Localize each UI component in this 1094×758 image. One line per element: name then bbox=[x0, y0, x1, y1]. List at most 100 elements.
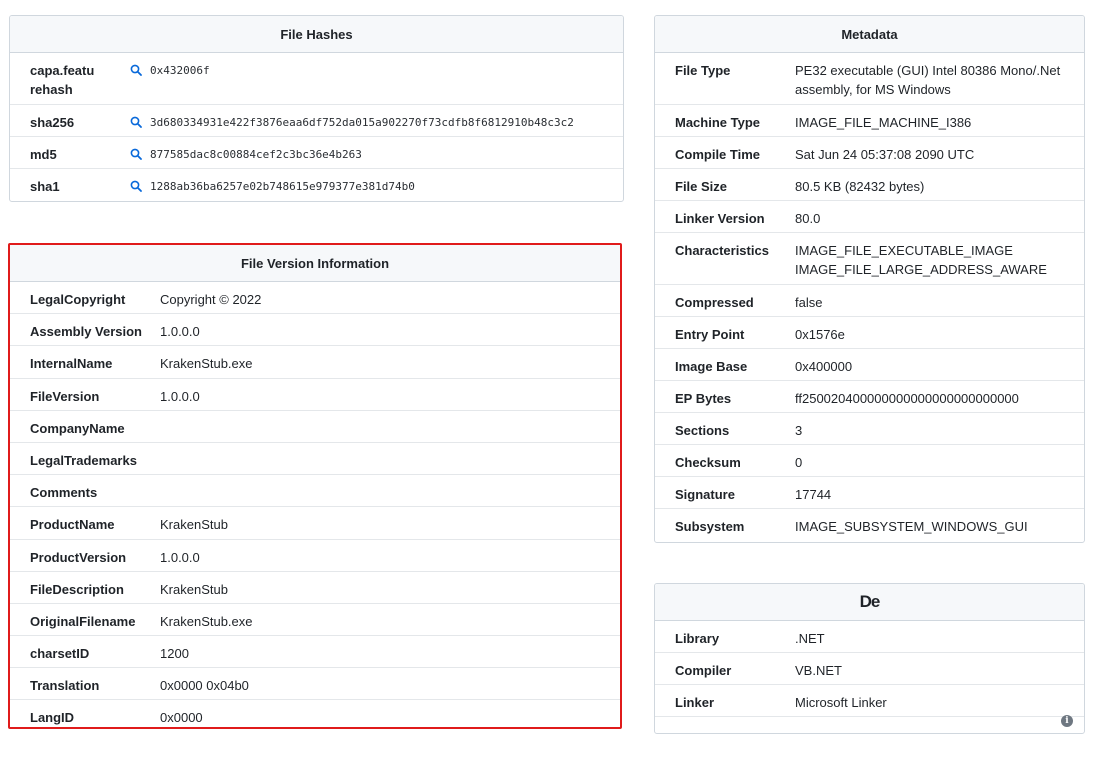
metadata-key: Compressed bbox=[675, 295, 754, 310]
metadata-value: 0x400000 bbox=[795, 359, 853, 374]
hash-row: sha256 3d680334931e422f3876eaa6df752da01… bbox=[10, 105, 623, 137]
hash-key: md5 bbox=[30, 147, 57, 162]
metadata-key: Linker Version bbox=[675, 211, 765, 226]
version-row: charsetID 1200 bbox=[10, 636, 620, 669]
metadata-row: Entry Point 0x1576e bbox=[655, 317, 1084, 349]
version-key: Translation bbox=[30, 678, 100, 694]
version-key: charsetID bbox=[30, 646, 90, 662]
version-row: Assembly Version 1.0.0.0 bbox=[10, 314, 620, 347]
search-icon[interactable] bbox=[130, 180, 142, 192]
metadata-row: File Size 80.5 KB (82432 bytes) bbox=[655, 169, 1084, 201]
metadata-key: EP Bytes bbox=[675, 391, 732, 406]
metadata-value: 0x1576e bbox=[795, 327, 845, 342]
metadata-row: Signature 17744 bbox=[655, 477, 1084, 509]
die-value: Microsoft Linker bbox=[795, 695, 887, 710]
metadata-row: Compile Time Sat Jun 24 05:37:08 2090 UTC bbox=[655, 137, 1084, 169]
version-row: LegalTrademarks bbox=[10, 443, 620, 476]
version-row: OriginalFilename KrakenStub.exe bbox=[10, 604, 620, 637]
die-header: De bbox=[655, 584, 1084, 621]
version-value: 1.0.0.0 bbox=[160, 324, 200, 340]
die-logo-icon: De bbox=[859, 592, 881, 611]
metadata-title: Metadata bbox=[655, 16, 1084, 53]
hash-row: md5 877585dac8c00884cef2c3bc36e4b263 bbox=[10, 137, 623, 169]
version-row: LegalCopyright Copyright © 2022 bbox=[10, 282, 620, 315]
metadata-row: File Type PE32 executable (GUI) Intel 803… bbox=[655, 53, 1084, 105]
metadata-value: 0 bbox=[795, 455, 803, 470]
die-key: Compiler bbox=[675, 663, 732, 678]
metadata-key: Compile Time bbox=[675, 147, 761, 162]
hash-row: capa.featu rehash 0x432006f bbox=[10, 53, 623, 105]
metadata-key: Subsystem bbox=[675, 519, 745, 534]
metadata-key: Checksum bbox=[675, 455, 741, 470]
hash-key: capa.featu rehash bbox=[30, 63, 95, 97]
version-value: 1200 bbox=[160, 646, 189, 662]
die-value: VB.NET bbox=[795, 663, 842, 678]
metadata-value: ff250020400000000000000000000000 bbox=[795, 391, 1019, 406]
version-row: Translation 0x0000 0x04b0 bbox=[10, 668, 620, 701]
version-key: FileDescription bbox=[30, 581, 124, 597]
metadata-value: 3 bbox=[795, 423, 803, 438]
metadata-row: Machine Type IMAGE_FILE_MACHINE_I386 bbox=[655, 105, 1084, 137]
metadata-row: Compressed false bbox=[655, 285, 1084, 317]
search-icon[interactable] bbox=[130, 148, 142, 160]
metadata-key: Entry Point bbox=[675, 327, 745, 342]
version-value: 0x0000 bbox=[160, 710, 203, 726]
metadata-value: 80.0 bbox=[795, 211, 821, 226]
hash-key: sha256 bbox=[30, 115, 75, 130]
version-value: KrakenStub bbox=[160, 581, 228, 597]
metadata-value: IMAGE_FILE_EXECUTABLE_IMAGE IMAGE_FILE_L… bbox=[795, 243, 1047, 277]
version-value: KrakenStub.exe bbox=[160, 613, 253, 629]
metadata-row: Linker Version 80.0 bbox=[655, 201, 1084, 233]
die-row: Linker Microsoft Linker bbox=[655, 685, 1084, 717]
metadata-value: IMAGE_SUBSYSTEM_WINDOWS_GUI bbox=[795, 519, 1028, 534]
metadata-panel: Metadata File Type PE32 executable (GUI) … bbox=[654, 15, 1085, 543]
info-icon[interactable]: i bbox=[1061, 715, 1073, 727]
metadata-row: Image Base 0x400000 bbox=[655, 349, 1084, 381]
search-icon[interactable] bbox=[130, 116, 142, 128]
version-row: ProductName KrakenStub bbox=[10, 507, 620, 540]
metadata-key: Sections bbox=[675, 423, 730, 438]
metadata-value: false bbox=[795, 295, 823, 310]
version-row: FileDescription KrakenStub bbox=[10, 572, 620, 604]
version-key: LegalTrademarks bbox=[30, 452, 137, 468]
metadata-key: File Size bbox=[675, 179, 728, 194]
detect-it-easy-panel: De Library .NET Compiler VB.NET Linker Micr… bbox=[654, 583, 1085, 734]
hash-value[interactable]: 1288ab36ba6257e02b748615e979377e381d74b0 bbox=[150, 177, 415, 196]
file-hashes-title: File Hashes bbox=[10, 16, 623, 53]
version-value: 1.0.0.0 bbox=[160, 549, 200, 565]
search-icon[interactable] bbox=[130, 64, 142, 76]
version-row: InternalName KrakenStub.exe bbox=[10, 346, 620, 379]
metadata-key: Image Base bbox=[675, 359, 748, 374]
version-value: KrakenStub.exe bbox=[160, 356, 253, 372]
version-key: CompanyName bbox=[30, 420, 125, 436]
version-row: LangID 0x0000 bbox=[10, 700, 620, 727]
version-value: Copyright © 2022 bbox=[160, 292, 262, 307]
metadata-value: PE32 executable (GUI) Intel 80386 Mono/.… bbox=[795, 63, 1061, 97]
metadata-row: Checksum 0 bbox=[655, 445, 1084, 477]
version-value: KrakenStub bbox=[160, 517, 228, 533]
metadata-row: EP Bytes ff250020400000000000000000000000 bbox=[655, 381, 1084, 413]
hash-value[interactable]: 0x432006f bbox=[150, 61, 210, 80]
metadata-value: IMAGE_FILE_MACHINE_I386 bbox=[795, 115, 972, 130]
metadata-row: Subsystem IMAGE_SUBSYSTEM_WINDOWS_GUI bbox=[655, 509, 1084, 541]
hash-value[interactable]: 877585dac8c00884cef2c3bc36e4b263 bbox=[150, 145, 362, 164]
version-key: InternalName bbox=[30, 356, 113, 372]
version-row: CompanyName bbox=[10, 411, 620, 443]
version-key: ProductVersion bbox=[30, 549, 127, 565]
die-row: Library .NET bbox=[655, 621, 1084, 653]
hash-key: sha1 bbox=[30, 179, 60, 194]
version-key: ProductName bbox=[30, 517, 115, 533]
hash-row: sha1 1288ab36ba6257e02b748615e979377e381… bbox=[10, 169, 623, 201]
version-value: 0x0000 0x04b0 bbox=[160, 678, 249, 694]
metadata-key: Machine Type bbox=[675, 115, 761, 130]
version-key: FileVersion bbox=[30, 388, 100, 404]
hash-value[interactable]: 3d680334931e422f3876eaa6df752da015a90227… bbox=[150, 113, 574, 132]
metadata-key: Signature bbox=[675, 487, 735, 502]
metadata-value: 17744 bbox=[795, 487, 832, 502]
die-key: Linker bbox=[675, 695, 715, 710]
version-row: FileVersion 1.0.0.0 bbox=[10, 379, 620, 411]
metadata-value: 80.5 KB (82432 bytes) bbox=[795, 179, 925, 194]
version-key: Comments bbox=[30, 485, 98, 501]
metadata-key: Characteristics bbox=[675, 243, 769, 258]
die-row: Compiler VB.NET bbox=[655, 653, 1084, 685]
